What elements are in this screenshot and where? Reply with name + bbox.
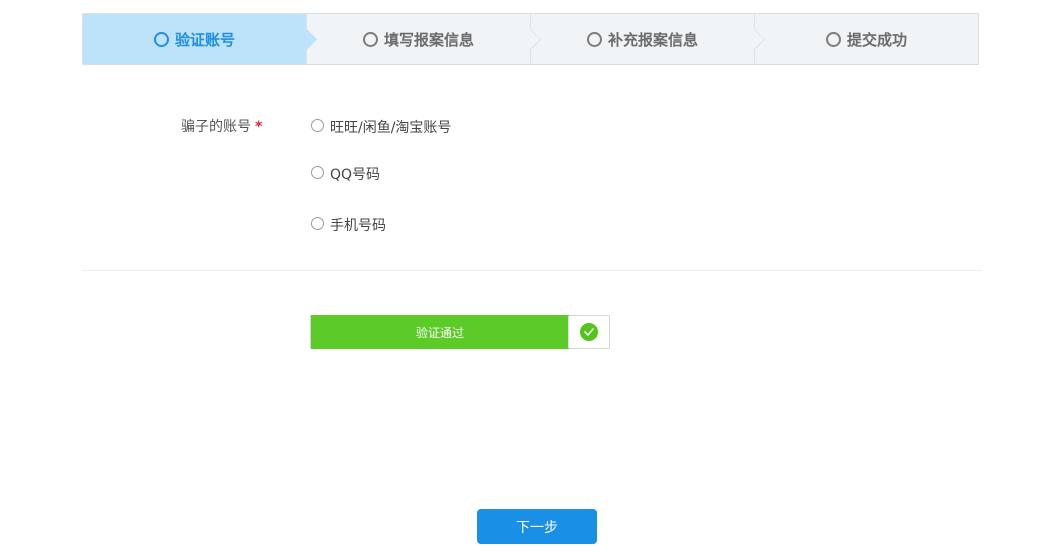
radio-option-phone[interactable]: 手机号码	[311, 215, 386, 235]
radio-button-icon[interactable]	[311, 118, 324, 132]
step-circle-icon	[825, 31, 841, 47]
slider-handle[interactable]	[568, 316, 609, 348]
check-icon	[584, 328, 594, 336]
verification-progress-fill: 验证通过	[311, 315, 569, 349]
field-label-text: 骗子的账号	[181, 119, 251, 135]
step-supplement-report: 补充报案信息	[531, 14, 755, 64]
step-label: 验证账号	[174, 30, 235, 49]
step-label: 补充报案信息	[607, 30, 698, 49]
step-circle-icon	[586, 31, 602, 47]
radio-option-wangwang[interactable]: 旺旺/闲鱼/淘宝账号	[311, 117, 451, 137]
radio-label: 手机号码	[330, 218, 386, 234]
slider-verification[interactable]: 验证通过	[310, 315, 610, 349]
required-mark: *	[255, 119, 263, 135]
section-divider	[82, 270, 982, 271]
radio-button-icon[interactable]	[311, 216, 324, 230]
next-step-button[interactable]: 下一步	[477, 509, 597, 544]
step-submit-success: 提交成功	[755, 14, 978, 64]
radio-label: 旺旺/闲鱼/淘宝账号	[330, 120, 452, 136]
scammer-account-label: 骗子的账号 *	[181, 116, 262, 136]
step-circle-icon	[153, 31, 169, 47]
step-progress-bar: 验证账号 填写报案信息 补充报案信息 提交成功	[82, 13, 979, 65]
step-fill-report: 填写报案信息	[307, 14, 531, 64]
step-label: 填写报案信息	[383, 30, 474, 49]
radio-label: QQ号码	[330, 167, 381, 183]
step-verify-account: 验证账号	[83, 14, 307, 64]
check-circle-icon	[580, 323, 598, 341]
radio-button-icon[interactable]	[311, 165, 324, 179]
step-label: 提交成功	[846, 30, 907, 49]
verification-status-text: 验证通过	[415, 325, 464, 340]
radio-option-qq[interactable]: QQ号码	[311, 164, 380, 184]
step-circle-icon	[362, 31, 378, 47]
